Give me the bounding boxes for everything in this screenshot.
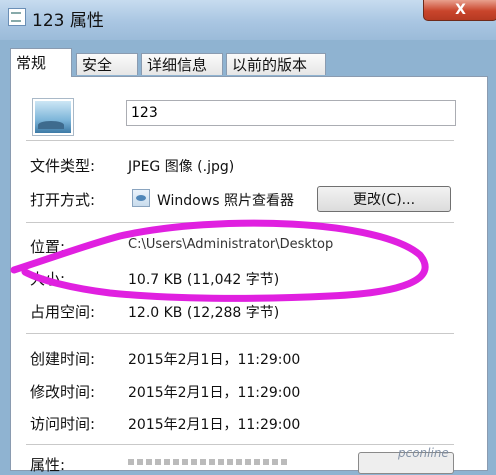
properties-icon bbox=[8, 8, 26, 26]
tab-security[interactable]: 安全 bbox=[76, 53, 138, 75]
divider bbox=[26, 140, 454, 141]
file-type-value: JPEG 图像 (.jpg) bbox=[128, 159, 235, 175]
close-button[interactable]: X bbox=[423, 0, 496, 21]
title-bar: 123 属性 X bbox=[0, 0, 496, 40]
open-with-value: Windows 照片查看器 bbox=[157, 193, 294, 209]
size-value: 10.7 KB (11,042 字节) bbox=[128, 272, 280, 288]
photo-viewer-icon bbox=[132, 189, 150, 207]
divider bbox=[26, 222, 454, 223]
open-with-label: 打开方式: bbox=[30, 191, 96, 209]
location-label: 位置: bbox=[30, 238, 66, 256]
divider bbox=[26, 333, 454, 334]
size-on-disk-label: 占用空间: bbox=[30, 303, 96, 321]
tab-general[interactable]: 常规 bbox=[10, 48, 72, 77]
attributes-row bbox=[128, 459, 288, 465]
file-type-label: 文件类型: bbox=[30, 157, 96, 175]
modified-value: 2015年2月1日，11:29:00 bbox=[128, 385, 301, 401]
image-file-icon bbox=[33, 99, 73, 135]
tab-details[interactable]: 详细信息 bbox=[141, 53, 223, 75]
created-value: 2015年2月1日，11:29:00 bbox=[128, 352, 301, 368]
accessed-value: 2015年2月1日，11:29:00 bbox=[128, 417, 301, 433]
window-title: 123 属性 bbox=[32, 11, 104, 31]
divider bbox=[26, 444, 454, 445]
change-button[interactable]: 更改(C)... bbox=[317, 186, 451, 212]
tab-previous-versions[interactable]: 以前的版本 bbox=[226, 53, 326, 75]
filename-input[interactable] bbox=[126, 100, 456, 126]
modified-label: 修改时间: bbox=[30, 383, 96, 401]
created-label: 创建时间: bbox=[30, 350, 96, 368]
accessed-label: 访问时间: bbox=[30, 415, 96, 433]
location-value: C:\Users\Administrator\Desktop bbox=[128, 237, 334, 252]
size-on-disk-value: 12.0 KB (12,288 字节) bbox=[128, 305, 280, 321]
watermark-logo: pconline bbox=[398, 446, 449, 460]
size-label: 大小: bbox=[30, 270, 66, 288]
